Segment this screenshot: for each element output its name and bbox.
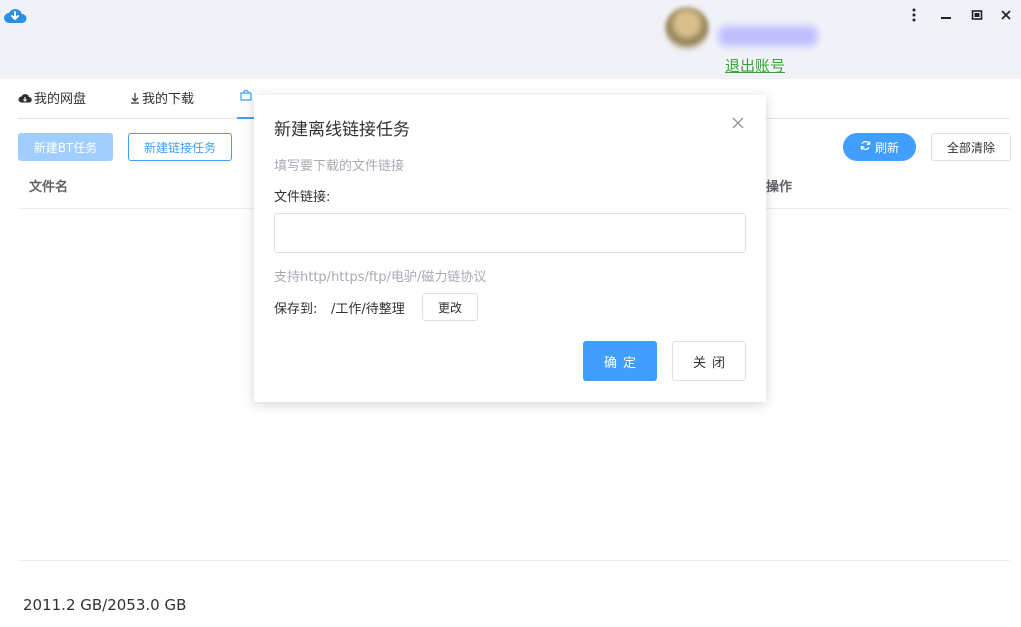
close-icon[interactable] (996, 6, 1016, 24)
tab-my-cloud[interactable]: 我的网盘 (18, 88, 86, 107)
column-header-filename: 文件名 (29, 180, 69, 195)
tab-offline-download[interactable] (239, 88, 255, 102)
column-header-actions: 操作 (766, 180, 793, 195)
download-arrow-icon (130, 92, 140, 104)
link-field-label: 文件链接: (274, 190, 331, 205)
tab-label: 我的下载 (142, 92, 195, 107)
minimize-icon[interactable] (936, 6, 956, 24)
save-path: /工作/待整理 (331, 302, 405, 317)
clear-all-button[interactable]: 全部清除 (931, 133, 1011, 161)
new-link-task-button[interactable]: 新建链接任务 (128, 133, 232, 161)
tab-my-downloads[interactable]: 我的下载 (130, 88, 194, 107)
change-path-button[interactable]: 更改 (422, 293, 478, 321)
logout-link[interactable]: 退出账号 (725, 55, 785, 76)
refresh-button[interactable]: 刷新 (843, 133, 916, 161)
cloud-icon (18, 92, 32, 104)
new-link-task-dialog: 新建离线链接任务 填写要下载的文件链接 文件链接: 支持http/https/f… (254, 95, 766, 402)
title-bar: 退出账号 (0, 0, 1021, 79)
close-button[interactable]: 关闭 (672, 341, 746, 381)
tab-label: 我的网盘 (34, 92, 87, 107)
storage-usage: 2011.2 GB/2053.0 GB (23, 596, 187, 614)
refresh-label: 刷新 (874, 140, 899, 155)
save-to-label: 保存到: (274, 302, 318, 317)
footer-divider (18, 560, 1010, 561)
avatar[interactable] (665, 7, 709, 51)
more-vertical-icon[interactable] (904, 6, 924, 24)
dialog-hint: 填写要下载的文件链接 (274, 159, 405, 174)
refresh-icon (860, 140, 871, 154)
offline-icon (239, 88, 253, 102)
link-input[interactable] (274, 213, 746, 253)
restore-icon[interactable] (967, 6, 987, 24)
new-bt-task-button[interactable]: 新建BT任务 (18, 133, 113, 161)
username (718, 26, 818, 46)
app-logo-icon (3, 5, 27, 27)
dialog-close-icon[interactable] (730, 115, 746, 131)
confirm-button[interactable]: 确定 (583, 341, 657, 381)
dialog-title: 新建离线链接任务 (274, 120, 410, 140)
supported-protocols: 支持http/https/ftp/电驴/磁力链协议 (274, 270, 487, 285)
